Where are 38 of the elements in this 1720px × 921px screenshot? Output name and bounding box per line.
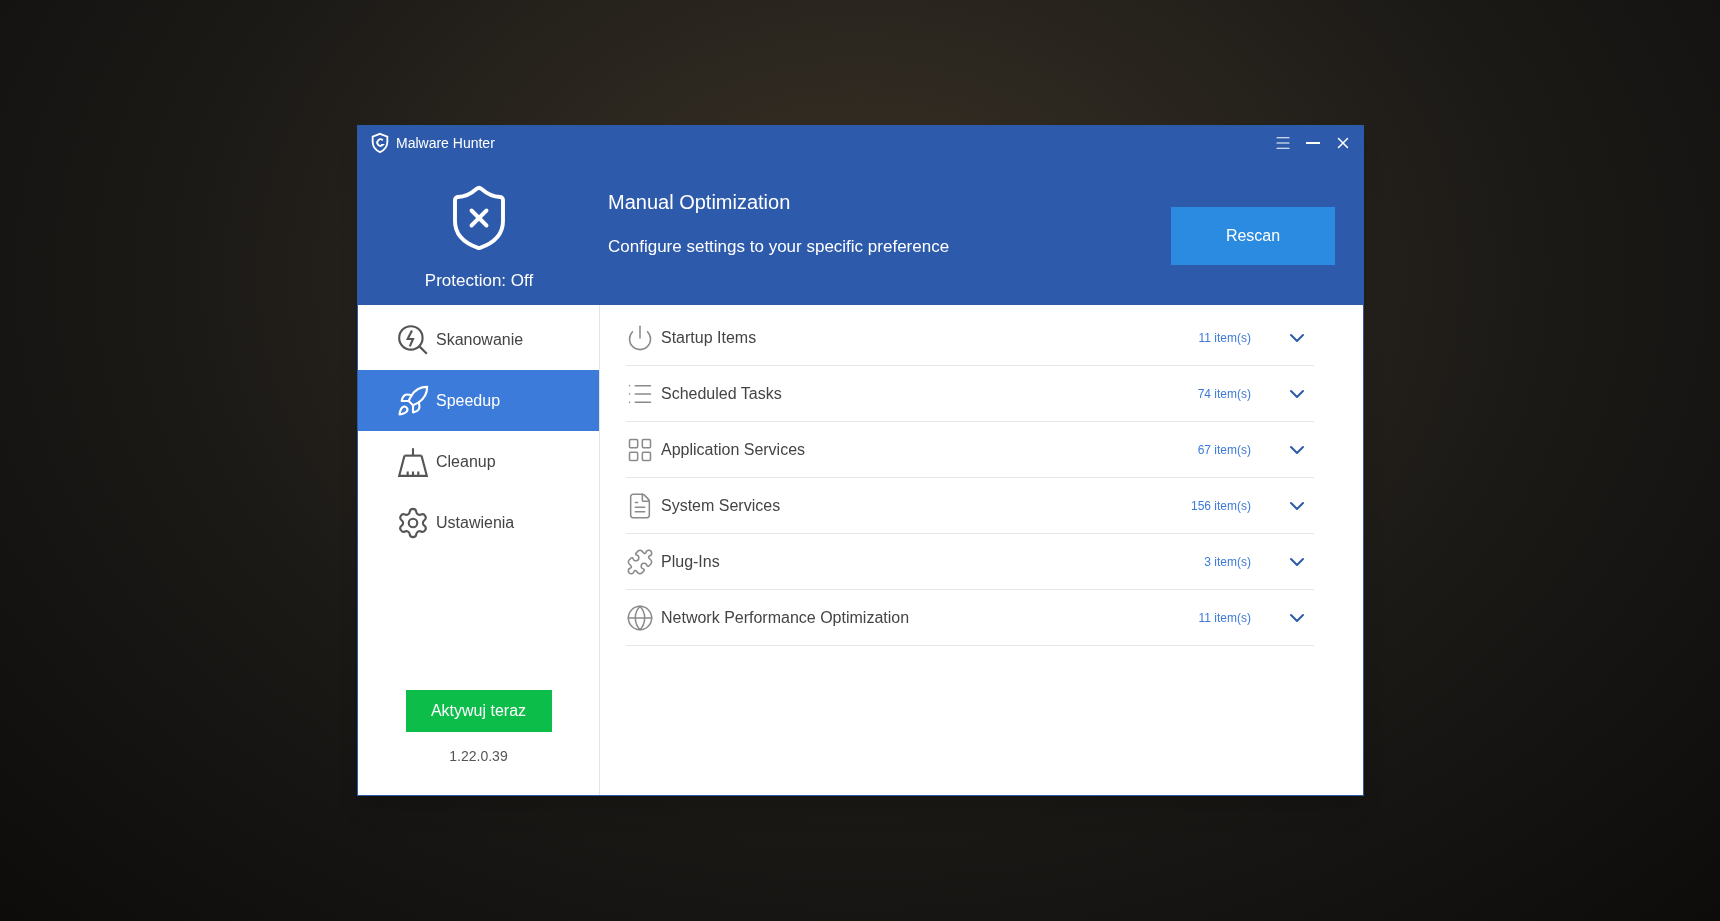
category-label: Scheduled Tasks bbox=[661, 383, 782, 404]
category-row[interactable]: Startup Items 11 item(s) bbox=[626, 310, 1314, 366]
sidebar-item[interactable]: Ustawienia bbox=[358, 492, 599, 553]
globe-icon bbox=[626, 603, 654, 632]
item-count: 156 item(s) bbox=[1190, 497, 1251, 515]
item-count: 11 item(s) bbox=[1198, 329, 1251, 347]
power-icon bbox=[626, 323, 654, 352]
category-label: Startup Items bbox=[661, 327, 757, 348]
category-label: Application Services bbox=[661, 439, 806, 460]
version-label: 1.22.0.39 bbox=[449, 747, 508, 766]
minimize-icon bbox=[1306, 142, 1320, 144]
protection-status: Protection: Off bbox=[424, 270, 534, 292]
category-row[interactable]: Plug-Ins 3 item(s) bbox=[626, 534, 1314, 590]
window-title: Malware Hunter bbox=[396, 133, 495, 153]
category-label: Plug-Ins bbox=[661, 551, 720, 572]
category-label: Network Performance Optimization bbox=[661, 607, 910, 628]
sidebar-item[interactable]: Cleanup bbox=[358, 431, 599, 492]
item-count: 3 item(s) bbox=[1204, 553, 1251, 571]
item-count: 67 item(s) bbox=[1197, 441, 1251, 459]
item-count: 11 item(s) bbox=[1198, 609, 1251, 627]
magnifier-lightning-icon bbox=[396, 322, 430, 357]
category-row[interactable]: Application Services 67 item(s) bbox=[626, 422, 1314, 478]
sidebar-item[interactable]: Skanowanie bbox=[358, 309, 599, 370]
rescan-button[interactable]: Rescan bbox=[1171, 207, 1335, 265]
category-row[interactable]: Network Performance Optimization 11 item(s) bbox=[626, 590, 1314, 646]
category-row[interactable]: Scheduled Tasks 74 item(s) bbox=[626, 366, 1314, 422]
menu-button[interactable] bbox=[1274, 134, 1292, 152]
page-subtitle: Configure settings to your specific preference bbox=[608, 236, 951, 258]
settings-icon bbox=[396, 505, 430, 540]
category-label: System Services bbox=[661, 495, 781, 516]
puzzle-icon bbox=[626, 547, 654, 576]
menu-icon bbox=[1274, 134, 1292, 152]
sidebar-item[interactable]: Speedup bbox=[358, 370, 599, 431]
shield-logo-icon bbox=[369, 132, 391, 154]
item-count: 74 item(s) bbox=[1197, 385, 1251, 403]
category-row[interactable]: System Services 156 item(s) bbox=[626, 478, 1314, 534]
rocket-icon bbox=[396, 383, 430, 418]
page-title: Manual Optimization bbox=[608, 190, 792, 215]
